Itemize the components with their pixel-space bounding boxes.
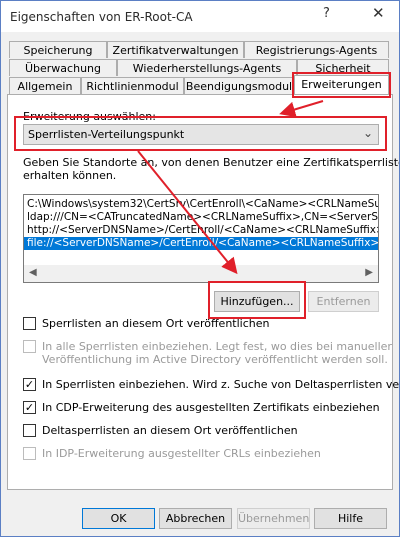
- annotation-arrows: [137, 100, 324, 275]
- properties-dialog: Eigenschaften von ER-Root-CA ? ✕ Speiche…: [0, 0, 400, 537]
- arrow-to-add-button: [137, 150, 238, 275]
- arrow-to-dropdown: [279, 100, 324, 118]
